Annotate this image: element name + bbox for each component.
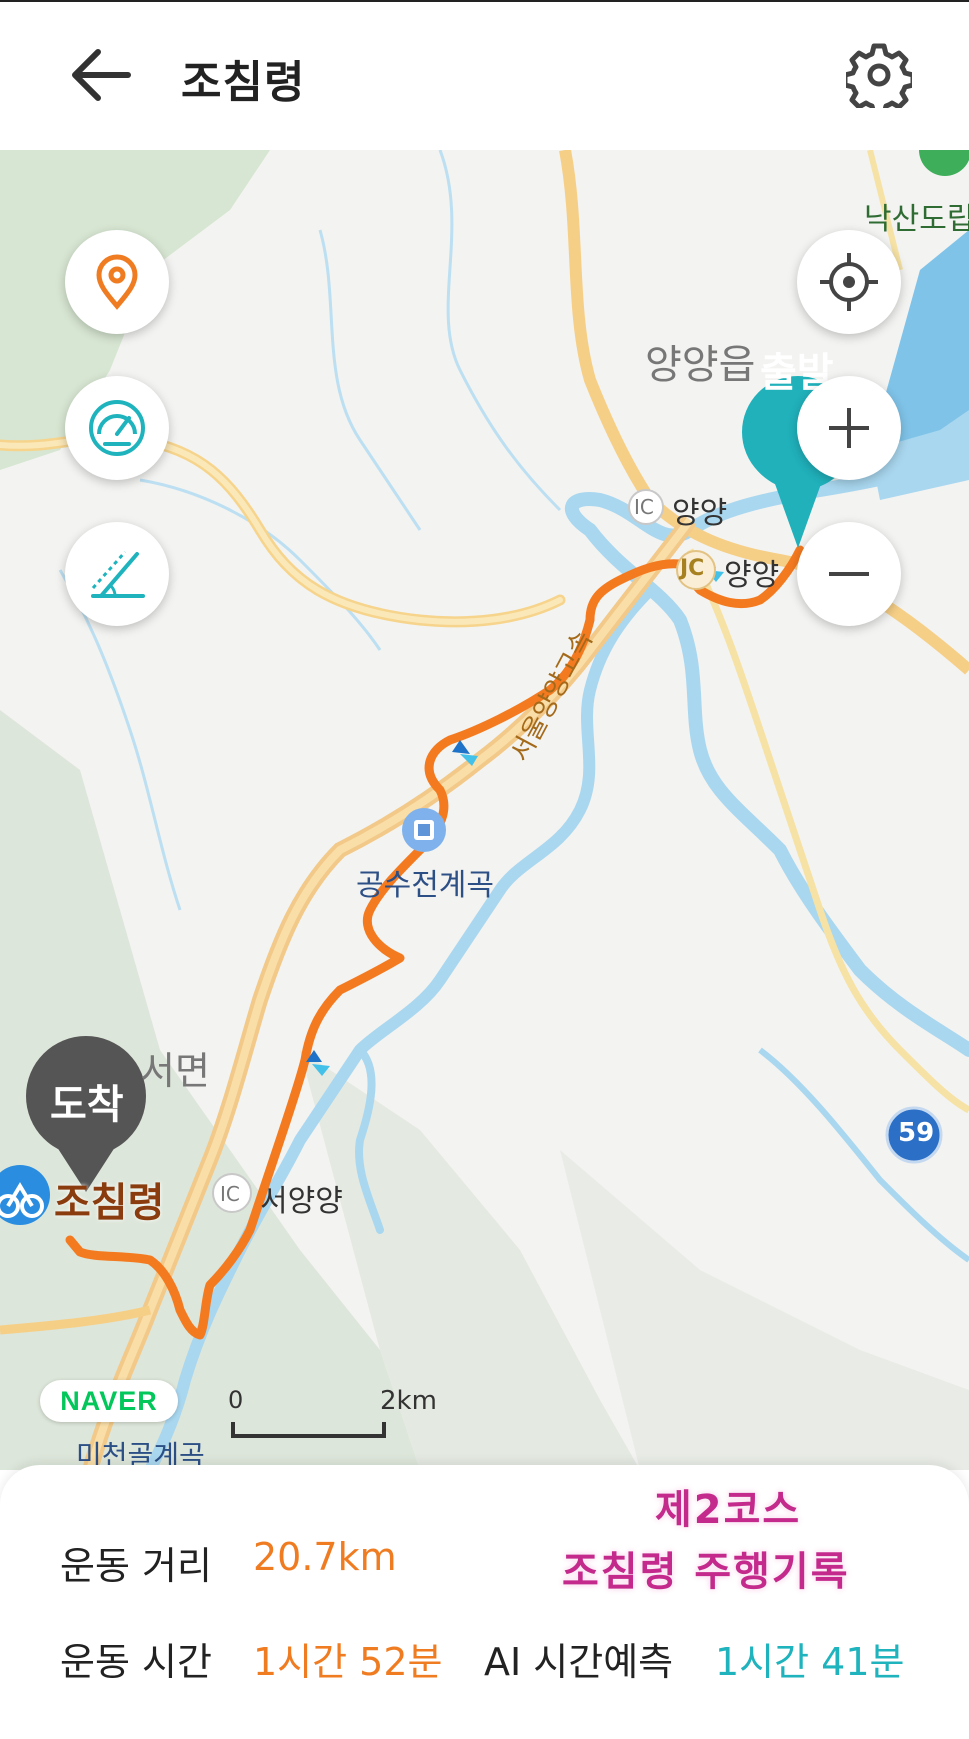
place-label-seomyeon: 서면: [140, 1049, 210, 1093]
place-label-yangyang-eup: 양양읍: [645, 342, 756, 388]
route-59-badge: 59: [898, 1118, 935, 1148]
ic-badge-label: IC: [634, 495, 654, 519]
current-location-button[interactable]: [797, 230, 901, 334]
zoom-out-button[interactable]: [797, 522, 901, 626]
end-marker-label[interactable]: 도착: [50, 1072, 124, 1130]
gear-icon: [842, 43, 916, 117]
location-pin-icon: [96, 254, 138, 310]
scale-end-label: 2km: [380, 1386, 437, 1416]
distance-value: 20.7km: [253, 1535, 397, 1579]
place-label-gongsu: 공수전계곡: [356, 868, 494, 903]
arrow-left-icon: [72, 49, 131, 101]
speed-button[interactable]: [65, 376, 169, 480]
place-label-naksan: 낙산도립: [864, 202, 969, 237]
ai-prediction-label: AI 시간예측: [484, 1640, 674, 1684]
zoom-in-icon: [829, 408, 869, 448]
map-view[interactable]: 낙산도립 양양읍 출발 IC 양양 JC 양양 서울양양고속 공수전계곡 서면 …: [0, 150, 969, 1470]
ic-yangyang-label: 양양: [672, 496, 728, 531]
time-label: 운동 시간: [60, 1640, 212, 1684]
page-title: 조침령: [181, 57, 306, 108]
ic-seoyangyang-label: 서양양: [260, 1184, 343, 1219]
destination-label: 조침령: [54, 1180, 165, 1226]
slope-icon: [91, 551, 145, 598]
scale-zero-label: 0: [228, 1386, 244, 1414]
speedometer-icon: [89, 400, 145, 456]
time-value: 1시간 52분: [253, 1640, 443, 1684]
overlay-record-title: 조침령 주행기록: [562, 1549, 850, 1595]
zoom-in-button[interactable]: [797, 376, 901, 480]
zoom-out-icon: [829, 572, 869, 576]
jc-badge-label: JC: [680, 556, 705, 581]
jc-yangyang-label: 양양: [724, 558, 780, 593]
slope-button[interactable]: [65, 522, 169, 626]
ride-summary-panel: 운동 거리 20.7km 운동 시간 1시간 52분 AI 시간예측 1시간 4…: [0, 1465, 969, 1739]
back-button[interactable]: [66, 40, 136, 110]
poi-button[interactable]: [65, 230, 169, 334]
settings-button[interactable]: [842, 42, 916, 117]
naver-logo: NAVER: [40, 1380, 178, 1422]
overlay-course-title: 제2코스: [655, 1487, 802, 1533]
distance-label: 운동 거리: [60, 1544, 212, 1588]
app-header: 조침령: [0, 2, 969, 145]
ic-seoyangyang-badge: IC: [220, 1182, 240, 1206]
current-location-icon: [820, 253, 878, 311]
ai-prediction-value: 1시간 41분: [715, 1640, 905, 1684]
